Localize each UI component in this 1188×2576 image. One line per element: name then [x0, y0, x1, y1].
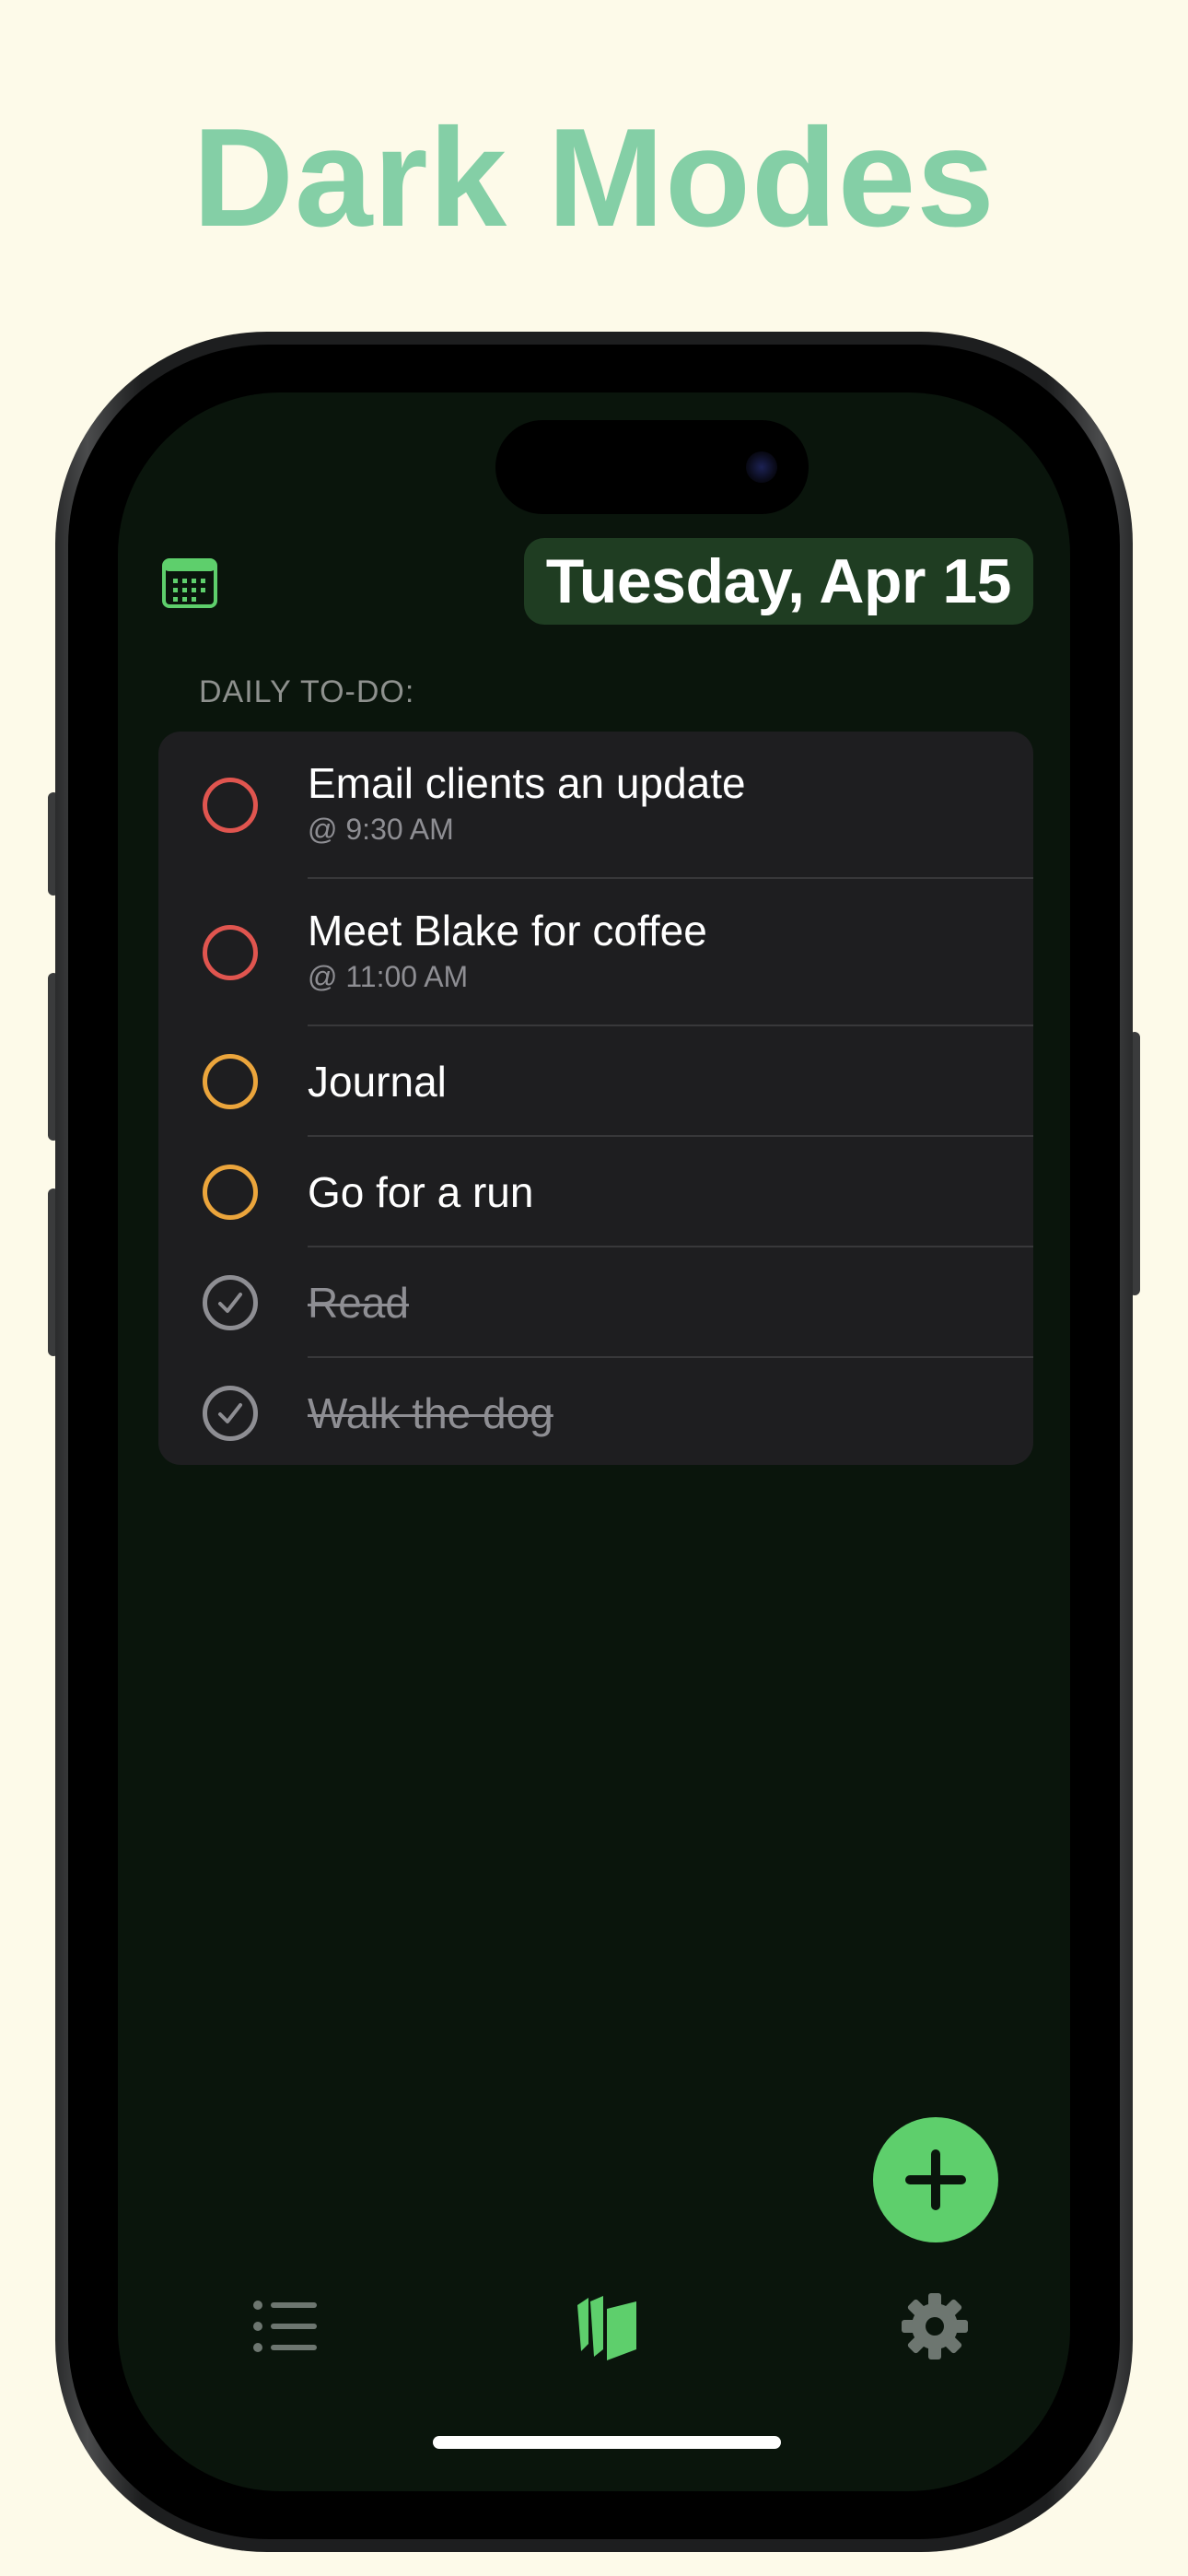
tab-list[interactable] — [245, 2285, 328, 2368]
phone-frame: Tuesday, Apr 15 DAILY TO-DO: Email clien… — [55, 332, 1133, 2552]
app-screen: Tuesday, Apr 15 DAILY TO-DO: Email clien… — [118, 392, 1070, 2491]
date-label: Tuesday, Apr 15 — [545, 546, 1012, 616]
cards-icon — [577, 2296, 636, 2360]
list-icon — [253, 2301, 317, 2352]
task-row[interactable]: Go for a run — [158, 1137, 1033, 1247]
task-row[interactable]: Read — [158, 1247, 1033, 1358]
task-checkbox[interactable] — [203, 1165, 258, 1220]
todo-list: Email clients an update @ 9:30 AM Meet B… — [158, 732, 1033, 1465]
task-time: @ 11:00 AM — [308, 960, 469, 993]
task-checkbox-checked[interactable] — [203, 1275, 258, 1330]
calendar-button[interactable] — [162, 556, 217, 608]
add-task-button[interactable] — [873, 2117, 998, 2242]
checkmark-icon — [218, 1293, 242, 1313]
task-row[interactable]: Meet Blake for coffee @ 11:00 AM — [158, 879, 1033, 1026]
task-checkbox[interactable] — [203, 1054, 258, 1109]
tab-cards[interactable] — [566, 2285, 649, 2368]
task-checkbox-checked[interactable] — [203, 1386, 258, 1441]
task-checkbox[interactable] — [203, 925, 258, 980]
task-title: Journal — [308, 1058, 447, 1106]
task-time: @ 9:30 AM — [308, 813, 454, 846]
task-title: Meet Blake for coffee — [308, 907, 707, 954]
task-row[interactable]: Email clients an update @ 9:30 AM — [158, 732, 1033, 879]
checkmark-icon — [218, 1403, 242, 1423]
task-title: Walk the dog — [308, 1389, 553, 1437]
calendar-icon — [162, 558, 217, 608]
task-title: Email clients an update — [308, 759, 746, 807]
task-title: Go for a run — [308, 1168, 534, 1216]
date-header[interactable]: Tuesday, Apr 15 — [523, 538, 1033, 625]
promo-headline: Dark Modes — [192, 100, 996, 256]
gear-icon — [902, 2293, 968, 2359]
dynamic-island — [495, 420, 809, 514]
front-camera — [746, 451, 777, 483]
task-row[interactable]: Walk the dog — [158, 1358, 1033, 1465]
section-label: DAILY TO-DO: — [199, 674, 415, 709]
tab-settings[interactable] — [893, 2285, 976, 2368]
task-checkbox[interactable] — [203, 778, 258, 833]
task-title: Read — [308, 1279, 409, 1327]
home-indicator[interactable] — [433, 2436, 781, 2449]
plus-icon — [905, 2149, 966, 2210]
phone-bezel: Tuesday, Apr 15 DAILY TO-DO: Email clien… — [68, 345, 1120, 2539]
task-row[interactable]: Journal — [158, 1026, 1033, 1137]
